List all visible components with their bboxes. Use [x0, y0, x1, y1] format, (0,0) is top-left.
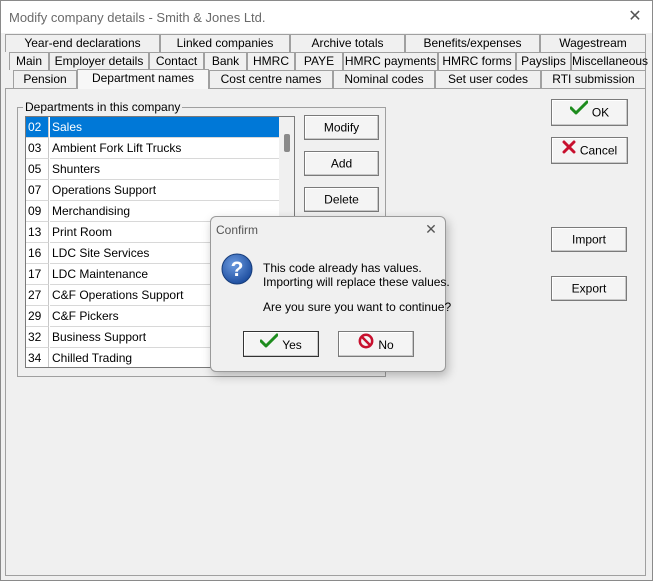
tab-bank[interactable]: Bank	[204, 52, 247, 70]
list-item[interactable]: 03 Ambient Fork Lift Trucks	[26, 138, 279, 159]
department-code: 34	[26, 348, 49, 367]
tab-label: Year-end declarations	[24, 36, 141, 50]
tab-archive-totals[interactable]: Archive totals	[290, 34, 405, 52]
tab-contact[interactable]: Contact	[149, 52, 204, 70]
tab-label: Benefits/expenses	[423, 36, 522, 50]
svg-text:?: ?	[231, 258, 244, 281]
department-code: 02	[26, 117, 49, 138]
tab-set-user-codes[interactable]: Set user codes	[435, 70, 541, 88]
department-code: 05	[26, 159, 49, 180]
title-bar: Modify company details - Smith & Jones L…	[1, 1, 652, 33]
dialog-message-line3: Are you sure you want to continue?	[263, 300, 452, 314]
department-code: 07	[26, 180, 49, 201]
tab-label: Payslips	[521, 54, 566, 68]
tab-label: Department names	[91, 71, 195, 85]
department-name: Sales	[50, 117, 279, 138]
tab-label: HMRC	[253, 54, 289, 68]
window-close-icon[interactable]: ✕	[625, 7, 645, 27]
tab-label: Linked companies	[176, 36, 274, 50]
prohibited-icon	[358, 333, 374, 357]
department-code: 17	[26, 264, 49, 285]
confirm-dialog: Confirm ✕ ? This code already has values…	[210, 216, 451, 372]
no-button[interactable]: No	[338, 331, 414, 357]
tab-label: Wagestream	[559, 36, 627, 50]
no-label: No	[378, 337, 394, 352]
tab-department-names[interactable]: Department names	[77, 69, 209, 89]
export-button[interactable]: Export	[551, 276, 627, 301]
tab-label: Archive totals	[311, 36, 384, 50]
tab-year-end-declarations[interactable]: Year-end declarations	[5, 34, 160, 52]
tab-label: Bank	[211, 54, 240, 68]
tab-hmrc-forms[interactable]: HMRC forms	[438, 52, 516, 70]
tab-nominal-codes[interactable]: Nominal codes	[333, 70, 435, 88]
check-icon	[569, 100, 589, 125]
x-icon	[562, 138, 576, 163]
department-code: 32	[26, 327, 49, 348]
tab-label: RTI submission	[552, 72, 635, 86]
import-label: Import	[571, 232, 606, 247]
department-name: Shunters	[50, 159, 279, 180]
modify-label: Modify	[323, 120, 360, 135]
export-label: Export	[571, 281, 607, 296]
tab-wagestream[interactable]: Wagestream	[540, 34, 646, 52]
delete-label: Delete	[324, 192, 359, 207]
modify-company-window: Modify company details - Smith & Jones L…	[0, 0, 653, 581]
delete-button[interactable]: Delete	[304, 187, 379, 212]
question-icon: ?	[221, 253, 253, 285]
tab-miscellaneous[interactable]: Miscellaneous	[571, 52, 649, 70]
dialog-title: Confirm	[216, 223, 259, 237]
tab-label: Nominal codes	[344, 72, 424, 86]
tab-label: HMRC payments	[344, 54, 437, 68]
tab-label: Employer details	[54, 54, 144, 68]
tab-main[interactable]: Main	[9, 52, 49, 70]
tab-label: Contact	[155, 54, 198, 68]
import-button[interactable]: Import	[551, 227, 627, 252]
add-label: Add	[330, 156, 353, 171]
department-code: 03	[26, 138, 49, 159]
dialog-close-icon[interactable]: ✕	[422, 220, 440, 238]
tab-label: HMRC forms	[442, 54, 512, 68]
department-code: 27	[26, 285, 49, 306]
check-icon	[259, 333, 279, 357]
cancel-button[interactable]: Cancel	[551, 137, 628, 164]
tab-cost-centre-names[interactable]: Cost centre names	[209, 70, 333, 88]
tab-employer-details[interactable]: Employer details	[49, 52, 149, 70]
tab-hmrc[interactable]: HMRC	[247, 52, 295, 70]
department-name: Operations Support	[50, 180, 279, 201]
yes-button[interactable]: Yes	[243, 331, 319, 357]
tab-label: Main	[15, 54, 42, 68]
yes-label: Yes	[282, 337, 302, 352]
tab-payslips[interactable]: Payslips	[516, 52, 571, 70]
departments-group-label: Departments in this company	[23, 100, 183, 114]
cancel-label: Cancel	[579, 143, 618, 158]
department-code: 13	[26, 222, 49, 243]
ok-label: OK	[591, 105, 610, 120]
department-code: 09	[26, 201, 49, 222]
window-title: Modify company details - Smith & Jones L…	[9, 10, 266, 25]
dialog-message-line2: Importing will replace these values.	[263, 275, 450, 289]
modify-button[interactable]: Modify	[304, 115, 379, 140]
scrollbar-thumb[interactable]	[284, 134, 290, 152]
list-item[interactable]: 05 Shunters	[26, 159, 279, 180]
department-code: 29	[26, 306, 49, 327]
tab-label: Set user codes	[447, 72, 529, 86]
tab-pension[interactable]: Pension	[13, 70, 77, 88]
list-item[interactable]: 02 Sales	[26, 117, 279, 138]
ok-button[interactable]: OK	[551, 99, 628, 126]
tab-label: Pension	[23, 72, 67, 86]
add-button[interactable]: Add	[304, 151, 379, 176]
tab-label: PAYE	[303, 54, 335, 68]
dialog-message-line1: This code already has values.	[263, 261, 422, 275]
list-item[interactable]: 07 Operations Support	[26, 180, 279, 201]
tab-label: Miscellaneous	[572, 54, 649, 68]
tab-rti-submission[interactable]: RTI submission	[541, 70, 646, 88]
department-code: 16	[26, 243, 49, 264]
tab-hmrc-payments[interactable]: HMRC payments	[343, 52, 438, 70]
tab-linked-companies[interactable]: Linked companies	[160, 34, 290, 52]
tab-paye[interactable]: PAYE	[295, 52, 343, 70]
tab-label: Cost centre names	[220, 72, 322, 86]
department-name: Ambient Fork Lift Trucks	[50, 138, 279, 159]
tab-benefits-expenses[interactable]: Benefits/expenses	[405, 34, 540, 52]
